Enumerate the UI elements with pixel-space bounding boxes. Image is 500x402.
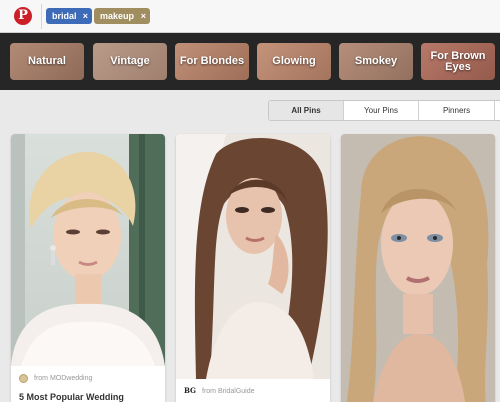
pin-card[interactable]: from MODwedding 5 Most Popular Wedding: [11, 134, 165, 402]
pin-image[interactable]: [176, 134, 330, 379]
pin-card[interactable]: BG from BridalGuide: [176, 134, 330, 402]
guide-tile-glowing[interactable]: Glowing: [257, 43, 331, 80]
tab-pinners[interactable]: Pinners: [419, 101, 495, 120]
guide-tile-for-blondes[interactable]: For Blondes: [175, 43, 249, 80]
guide-tile-smokey[interactable]: Smokey: [339, 43, 413, 80]
pin-image[interactable]: [11, 134, 165, 366]
pin-source[interactable]: BG from BridalGuide: [184, 386, 255, 396]
pin-source[interactable]: from MODwedding: [19, 374, 92, 383]
pin-source-text: from BridalGuide: [202, 387, 255, 395]
guide-label: For Blondes: [179, 55, 245, 67]
pin-card[interactable]: [341, 134, 495, 402]
guide-label: For Brown Eyes: [430, 49, 486, 73]
pin-source-text: from MODwedding: [34, 375, 93, 382]
search-bar: P bridal × makeup ×: [0, 0, 500, 33]
guided-search-strip: Natural Vintage For Blondes Glowing Smok…: [0, 33, 500, 90]
tab-your-pins[interactable]: Your Pins: [344, 101, 419, 120]
remove-token-icon[interactable]: ×: [141, 8, 146, 24]
guide-label: Smokey: [354, 55, 398, 67]
tab-all-pins[interactable]: All Pins: [269, 101, 344, 120]
search-token-makeup[interactable]: makeup ×: [94, 8, 150, 24]
guide-label: Glowing: [272, 55, 316, 67]
guide-tile-for-brown-eyes[interactable]: For Brown Eyes: [421, 43, 495, 80]
remove-token-icon[interactable]: ×: [83, 8, 88, 24]
guide-tile-natural[interactable]: Natural: [10, 43, 84, 80]
guide-label: Natural: [28, 55, 66, 67]
search-token-bridal[interactable]: bridal ×: [46, 8, 92, 24]
pin-title[interactable]: 5 Most Popular Wedding: [19, 392, 124, 402]
source-avatar-icon: [19, 374, 28, 383]
pinterest-logo-icon[interactable]: P: [14, 7, 32, 25]
divider: [41, 4, 42, 29]
tab-boards[interactable]: [495, 101, 500, 120]
pin-image[interactable]: [341, 134, 495, 402]
search-input[interactable]: [154, 8, 494, 24]
source-logo-icon: BG: [184, 386, 197, 396]
token-label: makeup: [100, 11, 135, 21]
guide-tile-vintage[interactable]: Vintage: [93, 43, 167, 80]
filter-tabs: All Pins Your Pins Pinners: [268, 100, 500, 121]
guide-label: Vintage: [110, 55, 150, 67]
token-label: bridal: [52, 11, 77, 21]
